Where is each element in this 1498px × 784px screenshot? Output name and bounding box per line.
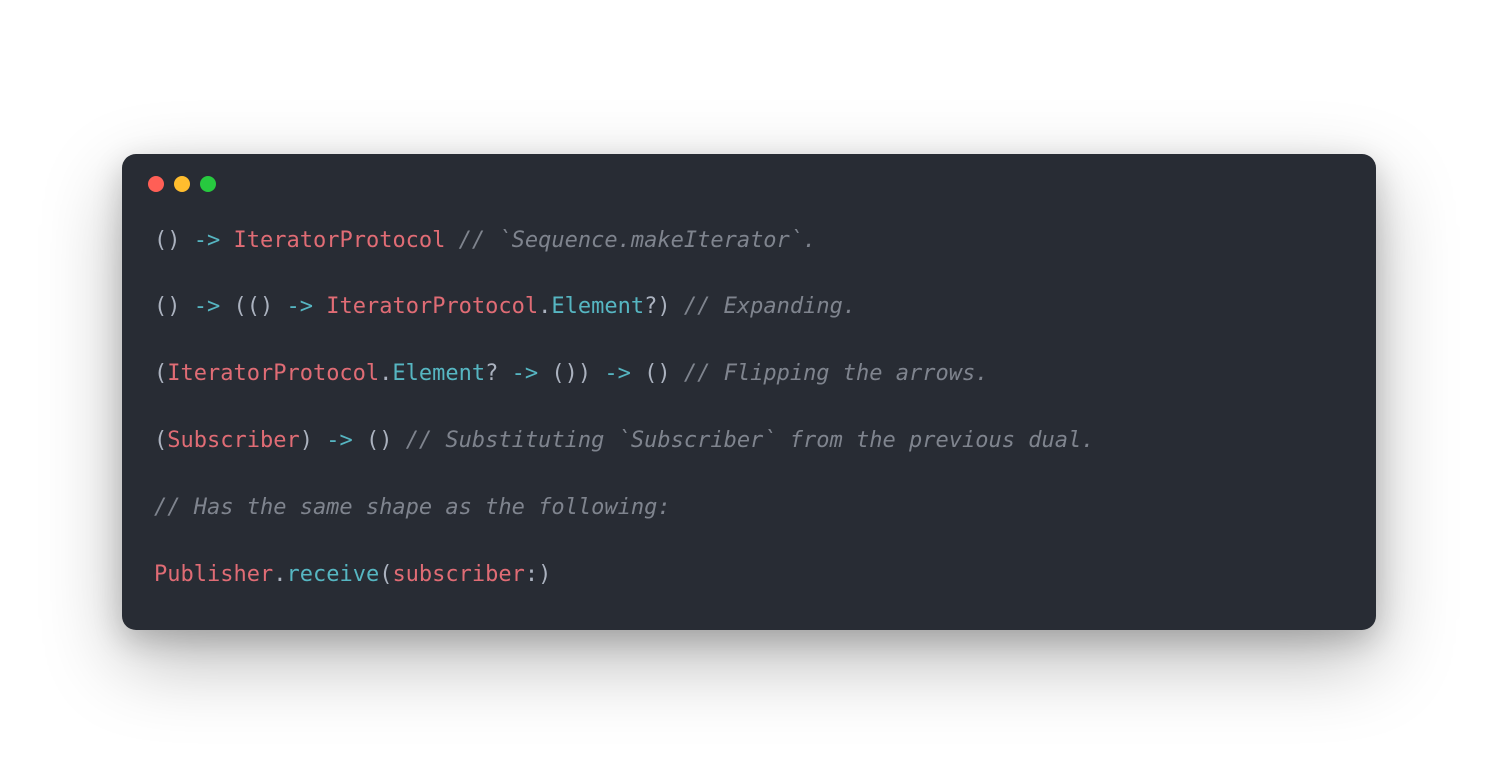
code-token: ? xyxy=(485,361,512,386)
code-token: Element xyxy=(551,294,644,319)
code-line-5: // Has the same shape as the following: xyxy=(154,493,1344,524)
code-token: Publisher xyxy=(154,562,273,587)
code-token: () xyxy=(154,228,194,253)
code-token: ( xyxy=(154,428,167,453)
code-token: -> xyxy=(194,228,221,253)
code-token: ( xyxy=(154,361,167,386)
code-token: ) xyxy=(300,428,327,453)
code-token: (() xyxy=(220,294,286,319)
code-token xyxy=(445,228,458,253)
code-comment: // Has the same shape as the following: xyxy=(154,495,671,520)
code-line-4: (Subscriber) -> () // Substituting `Subs… xyxy=(154,426,1344,457)
code-line-3: (IteratorProtocol.Element? -> ()) -> () … xyxy=(154,359,1344,390)
maximize-icon[interactable] xyxy=(200,176,216,192)
code-token: -> xyxy=(286,294,313,319)
code-comment: // Expanding. xyxy=(684,294,856,319)
code-token: . xyxy=(273,562,286,587)
code-token: () xyxy=(154,294,194,319)
code-token: . xyxy=(538,294,551,319)
code-token: () xyxy=(631,361,684,386)
close-icon[interactable] xyxy=(148,176,164,192)
code-token: -> xyxy=(326,428,353,453)
titlebar xyxy=(122,154,1376,202)
code-token: IteratorProtocol xyxy=(234,228,446,253)
code-token: -> xyxy=(512,361,539,386)
code-line-2: () -> (() -> IteratorProtocol.Element?) … xyxy=(154,292,1344,323)
code-line-1: () -> IteratorProtocol // `Sequence.make… xyxy=(154,226,1344,257)
code-token: subscriber xyxy=(392,562,524,587)
code-token: ?) xyxy=(644,294,684,319)
code-token: -> xyxy=(194,294,221,319)
code-comment: // Substituting `Subscriber` from the pr… xyxy=(406,428,1095,453)
code-token: Subscriber xyxy=(167,428,299,453)
code-token: receive xyxy=(286,562,379,587)
code-token: :) xyxy=(525,562,552,587)
code-body: () -> IteratorProtocol // `Sequence.make… xyxy=(122,202,1376,631)
code-token: Element xyxy=(392,361,485,386)
minimize-icon[interactable] xyxy=(174,176,190,192)
code-token: IteratorProtocol xyxy=(326,294,538,319)
code-token: ( xyxy=(379,562,392,587)
code-token xyxy=(313,294,326,319)
code-window: () -> IteratorProtocol // `Sequence.make… xyxy=(122,154,1376,631)
code-comment: // `Sequence.makeIterator`. xyxy=(459,228,817,253)
code-comment: // Flipping the arrows. xyxy=(684,361,989,386)
code-token: IteratorProtocol xyxy=(167,361,379,386)
code-token: -> xyxy=(604,361,631,386)
code-token xyxy=(220,228,233,253)
code-token: () xyxy=(353,428,406,453)
code-token: . xyxy=(379,361,392,386)
code-line-6: Publisher.receive(subscriber:) xyxy=(154,560,1344,591)
code-token: ()) xyxy=(538,361,604,386)
